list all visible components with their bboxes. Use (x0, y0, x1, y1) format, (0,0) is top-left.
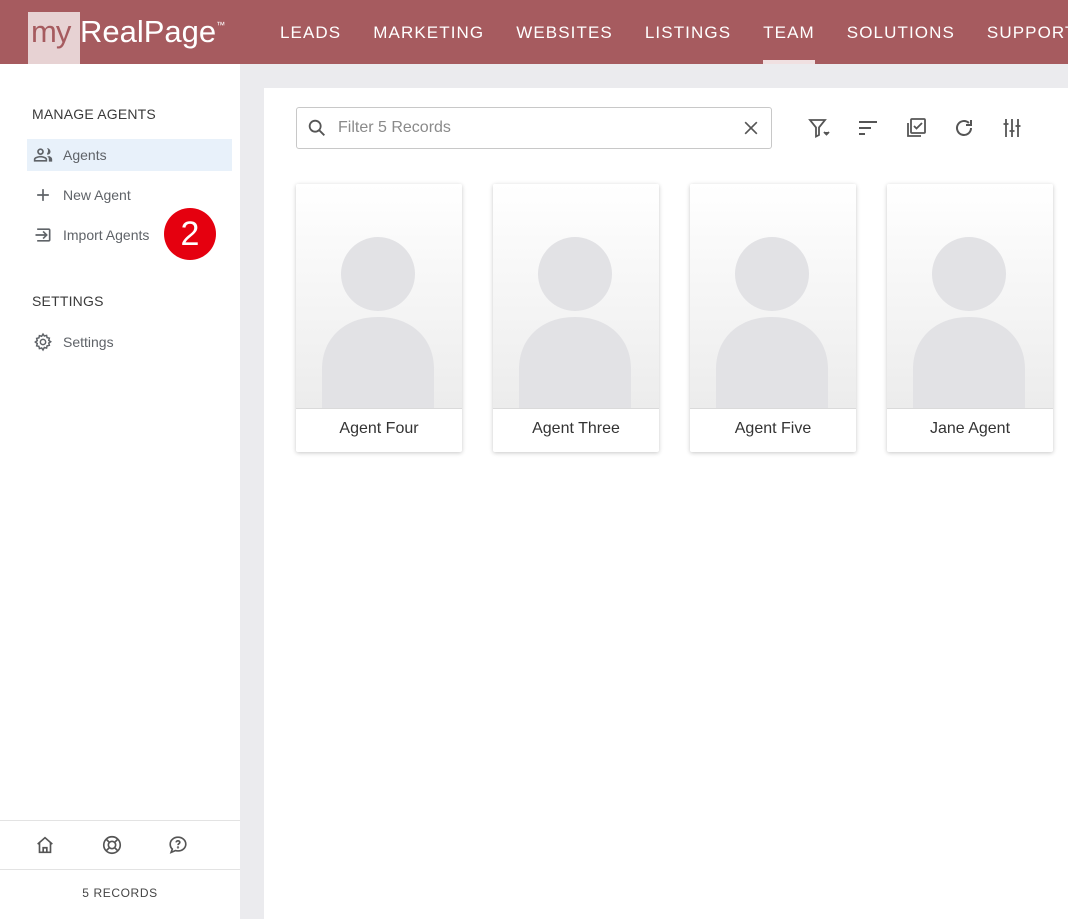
agent-name: Jane Agent (887, 408, 1053, 452)
nav-support[interactable]: SUPPORT (971, 0, 1068, 64)
agent-name: Agent Three (493, 408, 659, 452)
myrealpage-logo[interactable]: my RealPage ™ (28, 12, 225, 64)
settings-heading: SETTINGS (32, 293, 104, 309)
lifebuoy-icon[interactable] (101, 834, 123, 856)
help-chat-icon[interactable] (167, 834, 189, 856)
nav-listings[interactable]: LISTINGS (629, 0, 747, 64)
logo-my: my (28, 12, 80, 64)
gear-icon (34, 332, 52, 352)
avatar-placeholder (690, 184, 856, 408)
nav-solutions[interactable]: SOLUTIONS (831, 0, 971, 64)
sidebar-item-new-agent[interactable]: New Agent (27, 179, 232, 211)
nav-team[interactable]: TEAM (747, 0, 831, 64)
person-silhouette-icon (913, 237, 1025, 408)
search-icon (308, 119, 325, 136)
person-silhouette-icon (322, 237, 434, 408)
sidebar: MANAGE AGENTS Agents New Agent Import Ag… (0, 64, 240, 919)
records-count: 5 RECORDS (82, 886, 158, 900)
person-silhouette-icon (519, 237, 631, 408)
agent-card[interactable]: Agent Five (690, 184, 856, 452)
main-nav: LEADS MARKETING WEBSITES LISTINGS TEAM S… (264, 0, 1068, 64)
people-icon (33, 148, 53, 162)
agent-name: Agent Five (690, 408, 856, 452)
select-all-icon[interactable] (904, 116, 928, 140)
nav-websites[interactable]: WEBSITES (500, 0, 629, 64)
sidebar-item-label: Import Agents (63, 227, 150, 243)
import-icon (35, 228, 51, 242)
sidebar-item-label: Settings (63, 334, 114, 350)
nav-leads[interactable]: LEADS (264, 0, 357, 64)
sidebar-item-settings[interactable]: Settings (27, 326, 232, 358)
agent-card[interactable]: Agent Three (493, 184, 659, 452)
agent-card[interactable]: Jane Agent (887, 184, 1053, 452)
filter-icon[interactable] (807, 116, 831, 140)
manage-agents-heading: MANAGE AGENTS (32, 106, 156, 122)
close-icon[interactable] (741, 118, 761, 138)
footer-divider (0, 820, 240, 821)
person-silhouette-icon (716, 237, 828, 408)
filter-search-box (296, 107, 772, 149)
step-number-badge: 2 (164, 208, 216, 260)
sidebar-item-agents[interactable]: Agents (27, 139, 232, 171)
home-icon[interactable] (34, 834, 56, 856)
footer-divider (0, 869, 240, 870)
agent-card[interactable]: Agent Four (296, 184, 462, 452)
plus-icon (37, 189, 49, 201)
filter-input[interactable] (338, 119, 741, 137)
refresh-icon[interactable] (952, 116, 976, 140)
avatar-placeholder (493, 184, 659, 408)
columns-settings-icon[interactable] (1000, 116, 1024, 140)
avatar-placeholder (296, 184, 462, 408)
logo-trademark: ™ (216, 20, 226, 30)
sidebar-item-label: Agents (63, 147, 107, 163)
main-content: Agent Four Agent Three Agent Five Jane A… (264, 88, 1068, 919)
top-bar: my RealPage ™ LEADS MARKETING WEBSITES L… (0, 0, 1068, 64)
sort-icon[interactable] (856, 116, 880, 140)
avatar-placeholder (887, 184, 1053, 408)
agent-name: Agent Four (296, 408, 462, 452)
logo-name: RealPage (80, 14, 217, 49)
nav-marketing[interactable]: MARKETING (357, 0, 500, 64)
sidebar-item-label: New Agent (63, 187, 131, 203)
